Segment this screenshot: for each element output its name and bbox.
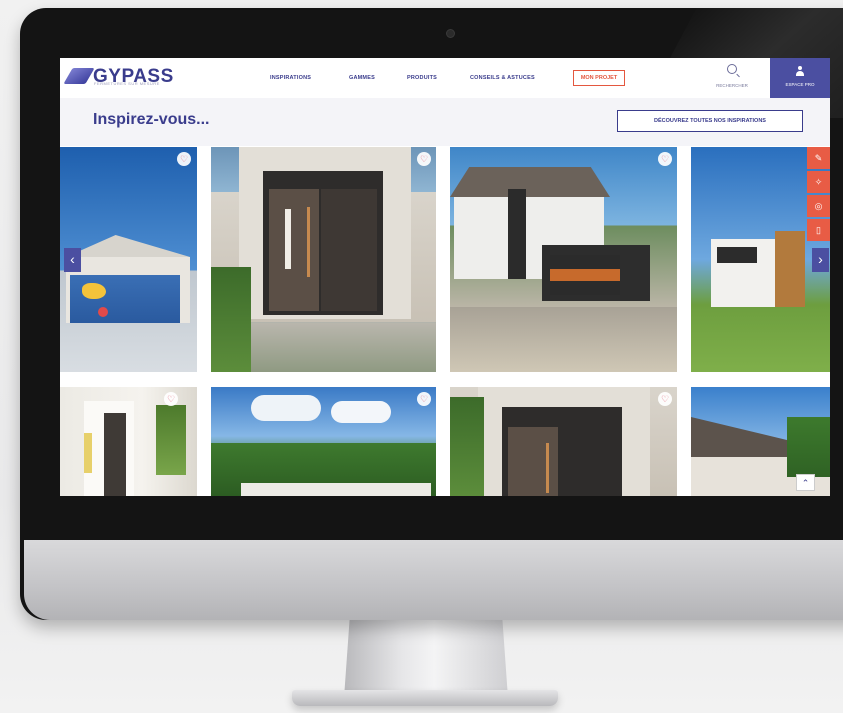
yellow-decoration	[82, 283, 106, 299]
garage-door	[70, 275, 180, 323]
chevron-up-icon[interactable]: ⌃	[796, 474, 815, 491]
door-handle	[307, 207, 310, 277]
stone-path	[251, 323, 436, 372]
heart-icon[interactable]: ♡	[417, 152, 431, 166]
espace-pro-button[interactable]: ESPACE PRO	[770, 58, 830, 98]
discover-inspirations-button[interactable]: DÉCOUVREZ TOUTES NOS INSPIRATIONS	[617, 110, 803, 132]
plants	[450, 397, 484, 496]
heart-icon[interactable]: ♡	[417, 392, 431, 406]
monitor-stand-base	[292, 690, 558, 706]
inspiration-header: Inspirez-vous... DÉCOUVREZ TOUTES NOS IN…	[60, 98, 830, 146]
wood-cladding	[775, 231, 805, 311]
monitor-chin	[24, 540, 843, 620]
window-column	[508, 189, 526, 279]
search-label: RECHERCHER	[716, 83, 748, 88]
rooftop	[241, 483, 431, 496]
heart-icon[interactable]: ♡	[177, 152, 191, 166]
entrance-door	[508, 427, 558, 496]
nav-produits[interactable]: PRODUITS	[407, 75, 437, 81]
page-title: Inspirez-vous...	[93, 111, 210, 128]
cloud	[251, 395, 321, 421]
camera-icon	[446, 29, 455, 38]
plants	[211, 267, 251, 372]
top-navigation-bar: GYPASS FERMETURES SUR MESURE INSPIRATION…	[60, 58, 830, 99]
trees	[787, 417, 830, 477]
nav-gammes[interactable]: GAMMES	[349, 75, 375, 81]
garage-door	[550, 255, 620, 295]
gallery-tile[interactable]: ♡	[211, 387, 436, 496]
user-icon	[796, 66, 804, 76]
yellow-accent	[84, 433, 92, 473]
target-icon[interactable]: ◎	[807, 195, 830, 217]
house-roof	[691, 417, 791, 457]
chevron-left-icon[interactable]: ‹	[64, 248, 81, 272]
search-icon	[727, 64, 737, 74]
door-handle	[546, 443, 549, 493]
nav-inspirations[interactable]: INSPIRATIONS	[270, 75, 311, 81]
tools-icon[interactable]: ✧	[807, 171, 830, 193]
nav-conseils-astuces[interactable]: CONSEILS & ASTUCES	[470, 75, 535, 81]
entrance-door	[269, 189, 319, 311]
gallery-tile[interactable]: ♡	[450, 387, 677, 496]
heart-icon[interactable]: ♡	[658, 152, 672, 166]
gallery-tile[interactable]: ♡	[60, 387, 197, 496]
logo-tagline: FERMETURES SUR MESURE	[94, 81, 160, 86]
red-decoration	[98, 307, 108, 317]
lawn	[691, 307, 830, 372]
search-button[interactable]: RECHERCHER	[712, 64, 752, 88]
website-screen: GYPASS FERMETURES SUR MESURE INSPIRATION…	[60, 58, 830, 496]
cloud	[331, 401, 391, 423]
logo-mark-icon	[68, 65, 90, 87]
door-glass	[285, 209, 291, 269]
heart-icon[interactable]: ♡	[658, 392, 672, 406]
gallery-tile[interactable]: ♡	[211, 147, 436, 372]
espace-pro-label: ESPACE PRO	[785, 82, 815, 87]
paint-icon[interactable]: ✎	[807, 147, 830, 169]
side-toolbar: ✎ ✧ ◎ ▯	[807, 147, 830, 243]
heart-icon[interactable]: ♡	[164, 392, 178, 406]
phone-icon[interactable]: ▯	[807, 219, 830, 241]
gallery-tile[interactable]: ♡	[450, 147, 677, 372]
chevron-right-icon[interactable]: ›	[812, 248, 829, 272]
door-edge	[104, 413, 126, 496]
door-sidelight	[321, 189, 377, 311]
house-roof	[450, 167, 610, 197]
plant	[156, 405, 186, 475]
house-window	[717, 247, 757, 263]
mon-projet-button[interactable]: MON PROJET	[573, 70, 625, 86]
house-roof	[66, 235, 190, 257]
driveway	[450, 307, 677, 372]
